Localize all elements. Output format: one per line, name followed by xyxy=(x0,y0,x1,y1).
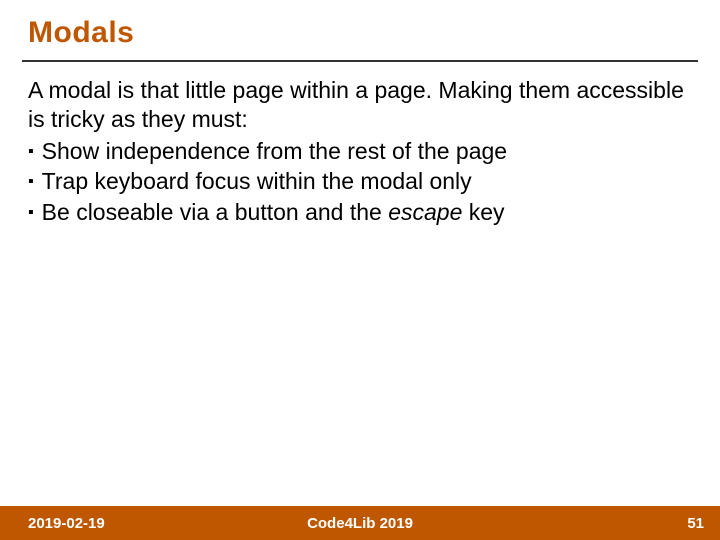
bullet-text-suffix: key xyxy=(462,199,504,225)
bullet-list: ▪ Show independence from the rest of the… xyxy=(28,137,692,228)
list-item: ▪ Show independence from the rest of the… xyxy=(28,137,692,167)
bullet-icon: ▪ xyxy=(28,167,34,197)
footer-bar: 2019-02-19 Code4Lib 2019 51 xyxy=(0,506,720,540)
list-item: ▪ Be closeable via a button and the esca… xyxy=(28,198,692,228)
bullet-icon: ▪ xyxy=(28,137,34,167)
slide: Modals A modal is that little page withi… xyxy=(0,0,720,540)
bullet-text: Show independence from the rest of the p… xyxy=(42,137,507,166)
intro-paragraph: A modal is that little page within a pag… xyxy=(28,76,692,135)
bullet-text: Be closeable via a button and the escape… xyxy=(42,198,505,227)
list-item: ▪ Trap keyboard focus within the modal o… xyxy=(28,167,692,197)
footer-page-number: 51 xyxy=(687,515,704,532)
italic-word: escape xyxy=(388,199,462,225)
bullet-icon: ▪ xyxy=(28,198,34,228)
footer-date: 2019-02-19 xyxy=(28,515,105,532)
title-block: Modals xyxy=(0,0,720,54)
body-content: A modal is that little page within a pag… xyxy=(0,62,720,228)
slide-title: Modals xyxy=(28,16,692,50)
footer-venue: Code4Lib 2019 xyxy=(307,515,413,532)
bullet-text: Trap keyboard focus within the modal onl… xyxy=(42,167,472,196)
bullet-text-prefix: Be closeable via a button and the xyxy=(42,199,389,225)
